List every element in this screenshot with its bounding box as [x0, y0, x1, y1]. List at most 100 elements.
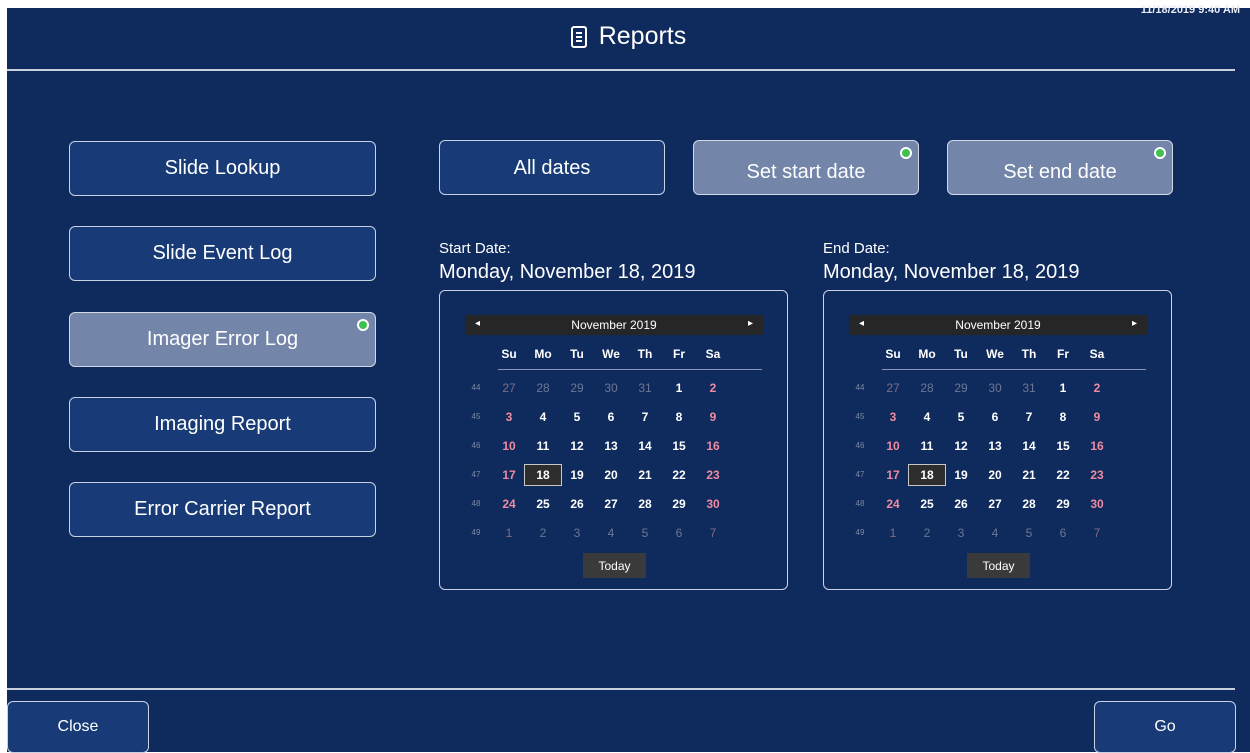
calendar-day[interactable]: 26 — [942, 493, 980, 515]
calendar-day[interactable]: 10 — [874, 435, 912, 457]
calendar-day[interactable]: 6 — [976, 406, 1014, 428]
calendar-day[interactable]: 5 — [942, 406, 980, 428]
calendar-day[interactable]: 15 — [1044, 435, 1082, 457]
today-button[interactable]: Today — [967, 553, 1030, 578]
calendar-day[interactable]: 31 — [626, 377, 664, 399]
imager-error-log-button[interactable]: Imager Error Log — [69, 312, 376, 367]
calendar-day[interactable]: 9 — [1078, 406, 1116, 428]
calendar-day[interactable]: 1 — [874, 522, 912, 544]
calendar-day[interactable]: 7 — [626, 406, 664, 428]
slide-event-log-button[interactable]: Slide Event Log — [69, 226, 376, 281]
calendar-day[interactable]: 29 — [660, 493, 698, 515]
slide-lookup-button[interactable]: Slide Lookup — [69, 141, 376, 196]
calendar-day[interactable]: 27 — [490, 377, 528, 399]
calendar-day[interactable]: 16 — [1078, 435, 1116, 457]
calendar-day[interactable]: 4 — [592, 522, 630, 544]
calendar-day[interactable]: 5 — [558, 406, 596, 428]
all-dates-button[interactable]: All dates — [439, 140, 665, 195]
calendar-day[interactable]: 3 — [874, 406, 912, 428]
calendar-day[interactable]: 19 — [558, 464, 596, 486]
calendar-day[interactable]: 17 — [874, 464, 912, 486]
calendar-day[interactable]: 20 — [976, 464, 1014, 486]
calendar-day[interactable]: 23 — [1078, 464, 1116, 486]
calendar-day[interactable]: 5 — [626, 522, 664, 544]
calendar-day[interactable]: 26 — [558, 493, 596, 515]
next-month-icon[interactable]: ▸ — [1132, 318, 1137, 329]
calendar-day[interactable]: 21 — [626, 464, 664, 486]
calendar-day[interactable]: 4 — [524, 406, 562, 428]
calendar-day[interactable]: 25 — [524, 493, 562, 515]
calendar-day[interactable]: 29 — [558, 377, 596, 399]
calendar-day[interactable]: 17 — [490, 464, 528, 486]
calendar-day[interactable]: 29 — [1044, 493, 1082, 515]
close-button[interactable]: Close — [7, 701, 149, 753]
calendar-day[interactable]: 23 — [694, 464, 732, 486]
calendar-day[interactable]: 30 — [694, 493, 732, 515]
calendar-day[interactable]: 31 — [1010, 377, 1048, 399]
calendar-day[interactable]: 25 — [908, 493, 946, 515]
calendar-day[interactable]: 11 — [524, 435, 562, 457]
calendar-day[interactable]: 28 — [626, 493, 664, 515]
calendar-day[interactable]: 18 — [908, 464, 946, 486]
prev-month-icon[interactable]: ◂ — [475, 318, 480, 329]
calendar-day[interactable]: 28 — [908, 377, 946, 399]
calendar-day[interactable]: 27 — [592, 493, 630, 515]
calendar-day[interactable]: 20 — [592, 464, 630, 486]
calendar-day[interactable]: 28 — [524, 377, 562, 399]
calendar-day[interactable]: 7 — [694, 522, 732, 544]
calendar-day[interactable]: 14 — [1010, 435, 1048, 457]
prev-month-icon[interactable]: ◂ — [859, 318, 864, 329]
calendar-day[interactable]: 24 — [490, 493, 528, 515]
calendar-day[interactable]: 2 — [1078, 377, 1116, 399]
calendar-day[interactable]: 22 — [1044, 464, 1082, 486]
calendar-day[interactable]: 24 — [874, 493, 912, 515]
calendar-day[interactable]: 1 — [1044, 377, 1082, 399]
calendar-day[interactable]: 30 — [1078, 493, 1116, 515]
calendar-day[interactable]: 3 — [942, 522, 980, 544]
calendar-day[interactable]: 2 — [524, 522, 562, 544]
calendar-day[interactable]: 5 — [1010, 522, 1048, 544]
calendar-day[interactable]: 2 — [908, 522, 946, 544]
error-carrier-report-button[interactable]: Error Carrier Report — [69, 482, 376, 537]
calendar-day[interactable]: 19 — [942, 464, 980, 486]
calendar-day[interactable]: 30 — [592, 377, 630, 399]
calendar-day[interactable]: 10 — [490, 435, 528, 457]
calendar-day[interactable]: 11 — [908, 435, 946, 457]
calendar-day[interactable]: 8 — [1044, 406, 1082, 428]
calendar-day[interactable]: 16 — [694, 435, 732, 457]
calendar-day[interactable]: 27 — [976, 493, 1014, 515]
calendar-day[interactable]: 22 — [660, 464, 698, 486]
calendar-day[interactable]: 12 — [558, 435, 596, 457]
calendar-day[interactable]: 18 — [524, 464, 562, 486]
calendar-day[interactable]: 30 — [976, 377, 1014, 399]
calendar-day[interactable]: 1 — [660, 377, 698, 399]
calendar-day[interactable]: 8 — [660, 406, 698, 428]
go-button[interactable]: Go — [1094, 701, 1236, 753]
calendar-day[interactable]: 7 — [1078, 522, 1116, 544]
next-month-icon[interactable]: ▸ — [748, 318, 753, 329]
calendar-day[interactable]: 6 — [1044, 522, 1082, 544]
calendar-day[interactable]: 4 — [908, 406, 946, 428]
calendar-day[interactable]: 21 — [1010, 464, 1048, 486]
calendar-day[interactable]: 15 — [660, 435, 698, 457]
imaging-report-button[interactable]: Imaging Report — [69, 397, 376, 452]
calendar-day[interactable]: 9 — [694, 406, 732, 428]
calendar-day[interactable]: 27 — [874, 377, 912, 399]
today-button[interactable]: Today — [583, 553, 646, 578]
calendar-day[interactable]: 1 — [490, 522, 528, 544]
set-start-date-button[interactable]: Set start date — [693, 140, 919, 195]
calendar-day[interactable]: 3 — [490, 406, 528, 428]
calendar-day[interactable]: 14 — [626, 435, 664, 457]
calendar-day[interactable]: 3 — [558, 522, 596, 544]
calendar-day[interactable]: 29 — [942, 377, 980, 399]
calendar-day[interactable]: 6 — [592, 406, 630, 428]
calendar-day[interactable]: 13 — [976, 435, 1014, 457]
calendar-day[interactable]: 28 — [1010, 493, 1048, 515]
calendar-day[interactable]: 12 — [942, 435, 980, 457]
set-end-date-button[interactable]: Set end date — [947, 140, 1173, 195]
calendar-day[interactable]: 7 — [1010, 406, 1048, 428]
calendar-day[interactable]: 2 — [694, 377, 732, 399]
calendar-day[interactable]: 13 — [592, 435, 630, 457]
calendar-day[interactable]: 6 — [660, 522, 698, 544]
calendar-day[interactable]: 4 — [976, 522, 1014, 544]
